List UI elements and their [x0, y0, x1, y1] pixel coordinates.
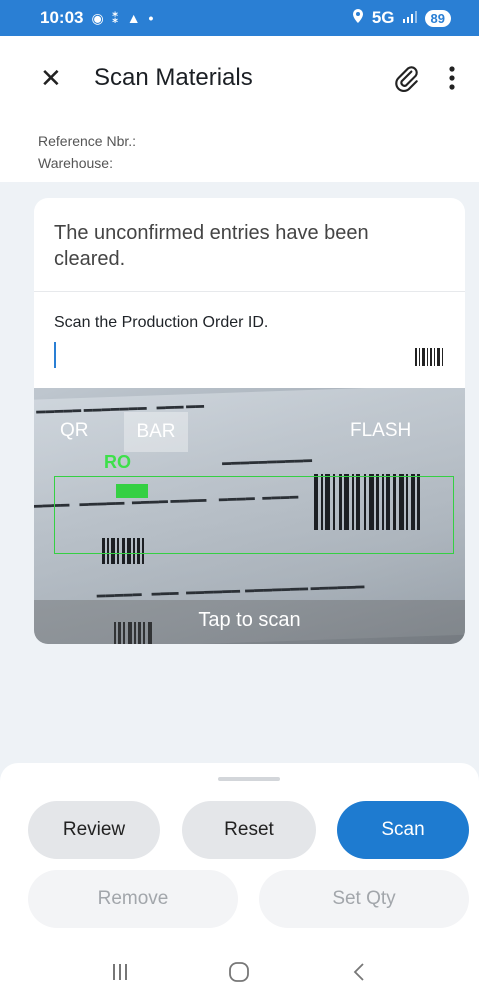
scan-input-area[interactable]: Scan the Production Order ID. — [34, 292, 465, 388]
location-icon — [352, 8, 364, 28]
text-cursor — [54, 342, 56, 368]
bar-mode-button[interactable]: BAR — [124, 412, 188, 452]
review-button[interactable]: Review — [28, 801, 160, 859]
battery-indicator: 89 — [424, 9, 451, 27]
sheet-handle[interactable] — [218, 777, 280, 781]
scan-prompt: Scan the Production Order ID. — [54, 314, 269, 331]
system-nav-bar — [0, 943, 479, 1000]
set-qty-button[interactable]: Set Qty — [259, 870, 469, 928]
network-type: 5G — [371, 8, 395, 27]
status-left: 10:03 ◉ ⁑ ▲ • — [40, 8, 155, 28]
recent-apps-icon[interactable] — [100, 952, 140, 992]
status-time: 10:03 — [40, 8, 84, 27]
paperclip-icon[interactable] — [393, 63, 419, 93]
back-icon[interactable] — [339, 952, 379, 992]
notification-icons: ◉ ⁑ ▲ • — [91, 9, 156, 26]
warehouse-label: Warehouse: — [38, 155, 113, 171]
scan-button[interactable]: Scan — [337, 801, 469, 859]
more-vertical-icon[interactable] — [449, 66, 455, 90]
status-bar: 10:03 ◉ ⁑ ▲ • 5G 89 — [0, 0, 479, 36]
barcode-icon[interactable] — [415, 348, 443, 371]
reset-button[interactable]: Reset — [182, 801, 316, 859]
signal-icon — [402, 8, 417, 28]
detected-text: RO — [104, 452, 131, 472]
detection-frame — [54, 476, 454, 554]
qr-mode-button[interactable]: QR — [60, 420, 89, 442]
remove-button[interactable]: Remove — [28, 870, 238, 928]
status-right: 5G 89 — [352, 8, 451, 28]
app-header: ✕ Scan Materials — [0, 36, 479, 120]
home-icon[interactable] — [219, 952, 259, 992]
tap-to-scan-button[interactable]: Tap to scan — [34, 600, 465, 644]
info-message: The unconfirmed entries have been cleare… — [34, 198, 465, 292]
header-actions — [393, 63, 455, 93]
detection-marker — [116, 484, 148, 498]
page-title: Scan Materials — [94, 64, 253, 91]
doc-text-lines: ▬▬▬▬▬▬▬▬▬▬ — [221, 453, 313, 468]
flash-button[interactable]: FLASH — [350, 420, 411, 442]
reference-nbr-label: Reference Nbr.: — [38, 133, 137, 149]
close-icon[interactable]: ✕ — [40, 63, 80, 94]
document-info: Reference Nbr.: Warehouse: — [0, 120, 479, 182]
camera-preview[interactable]: ▬▬▬▬▬ ▬▬▬▬▬▬▬ ▬▬▬ ▬▬ ▬▬▬▬▬▬▬▬▬▬ ▬▬▬▬ ▬▬▬… — [34, 388, 465, 644]
scan-card: The unconfirmed entries have been cleare… — [34, 198, 465, 644]
doc-text-lines: ▬▬▬▬▬ ▬▬▬ ▬▬▬▬▬▬ ▬▬▬▬▬▬▬ ▬▬▬▬▬▬ — [96, 580, 365, 600]
